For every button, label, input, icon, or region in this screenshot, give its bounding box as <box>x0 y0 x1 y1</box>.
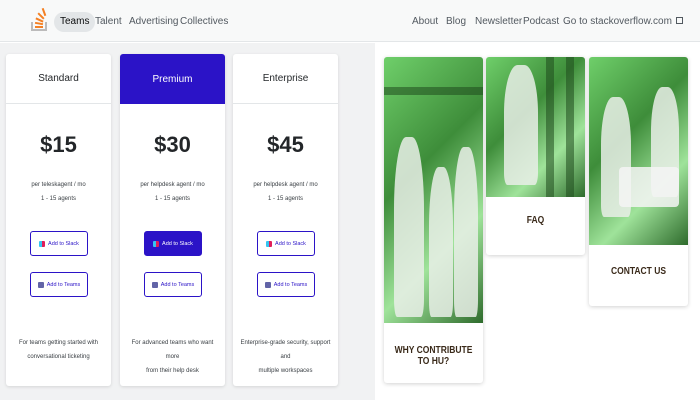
add-to-teams-button[interactable]: Add to Teams <box>257 272 315 297</box>
plan-footer-line: multiple workspaces <box>258 368 313 374</box>
agent-range: 1 - 15 agents <box>154 196 191 202</box>
nav-blog[interactable]: Blog <box>440 12 472 32</box>
library-photo <box>486 57 585 197</box>
plan-name: Standard <box>6 54 111 104</box>
teams-icon <box>37 281 44 288</box>
tile-why-contribute[interactable]: WHY CONTRIBUTE TO HU? <box>384 57 483 383</box>
plan-footer-line: For teams getting started with <box>18 340 99 346</box>
lab-photo <box>384 57 483 323</box>
plan-price-description: per teleskagent / mo 1 - 15 agents <box>6 178 111 206</box>
add-to-slack-label: Add to Slack <box>275 240 306 247</box>
external-link-icon <box>675 17 683 24</box>
tile-contact-us[interactable]: CONTACT US <box>589 57 688 306</box>
agent-range: 1 - 15 agents <box>40 196 77 202</box>
pricing-card-enterprise: Enterprise $45 per helpdesk agent / mo 1… <box>233 54 338 386</box>
price-unit: per teleskagent / mo <box>31 182 86 188</box>
add-to-teams-button[interactable]: Add to Teams <box>144 272 202 297</box>
pricing-card-premium: Premium $30 per helpdesk agent / mo 1 - … <box>120 54 225 386</box>
plan-name: Premium <box>120 54 225 104</box>
plan-footer-line: Enterprise-grade security, support and <box>240 340 331 360</box>
add-to-teams-label: Add to Teams <box>273 281 308 288</box>
add-to-slack-button[interactable]: Add to Slack <box>30 231 88 256</box>
plan-footer-description: Enterprise-grade security, support and m… <box>233 336 338 378</box>
plan-price-description: per helpdesk agent / mo 1 - 15 agents <box>233 178 338 206</box>
plan-footer-line: conversational ticketing <box>27 354 90 360</box>
slack-icon <box>266 240 273 247</box>
add-to-teams-button[interactable]: Add to Teams <box>30 272 88 297</box>
plan-price: $15 <box>40 132 77 157</box>
stack-overflow-logo-icon[interactable] <box>30 8 48 32</box>
tile-label: WHY CONTRIBUTE TO HU? <box>394 345 473 367</box>
top-navigation: Teams Talent Advertising Collectives Abo… <box>0 0 700 42</box>
office-photo <box>589 57 688 245</box>
plan-footer-line: from their help desk <box>146 368 199 374</box>
plan-name: Enterprise <box>233 54 338 104</box>
nav-about[interactable]: About <box>406 12 444 32</box>
tile-faq[interactable]: FAQ <box>486 57 585 255</box>
slack-icon <box>153 240 160 247</box>
pricing-card-standard: Standard $15 per teleskagent / mo 1 - 15… <box>6 54 111 386</box>
nav-go-to-stackoverflow[interactable]: Go to stackoverflow.com <box>557 12 689 32</box>
add-to-teams-label: Add to Teams <box>46 281 81 288</box>
add-to-slack-label: Add to Slack <box>48 240 79 247</box>
plan-price: $30 <box>154 132 191 157</box>
price-unit: per helpdesk agent / mo <box>253 182 318 188</box>
plan-footer-description: For teams getting started with conversat… <box>6 336 111 364</box>
tile-label: FAQ <box>526 215 545 226</box>
add-to-slack-button[interactable]: Add to Slack <box>144 231 202 256</box>
slack-icon <box>39 240 46 247</box>
nav-go-to-stackoverflow-label: Go to stackoverflow.com <box>563 16 672 27</box>
price-unit: per helpdesk agent / mo <box>140 182 205 188</box>
nav-collectives[interactable]: Collectives <box>174 12 234 32</box>
tile-label: CONTACT US <box>610 266 667 277</box>
teams-icon <box>151 281 158 288</box>
add-to-slack-label: Add to Slack <box>162 240 193 247</box>
plan-footer-line: For advanced teams who want more <box>131 340 214 360</box>
plan-footer-description: For advanced teams who want more from th… <box>120 336 225 378</box>
plan-price: $45 <box>267 132 304 157</box>
nav-talent[interactable]: Talent <box>89 12 128 32</box>
plan-price-description: per helpdesk agent / mo 1 - 15 agents <box>120 178 225 206</box>
agent-range: 1 - 15 agents <box>267 196 304 202</box>
add-to-slack-button[interactable]: Add to Slack <box>257 231 315 256</box>
add-to-teams-label: Add to Teams <box>160 281 195 288</box>
teams-icon <box>264 281 271 288</box>
